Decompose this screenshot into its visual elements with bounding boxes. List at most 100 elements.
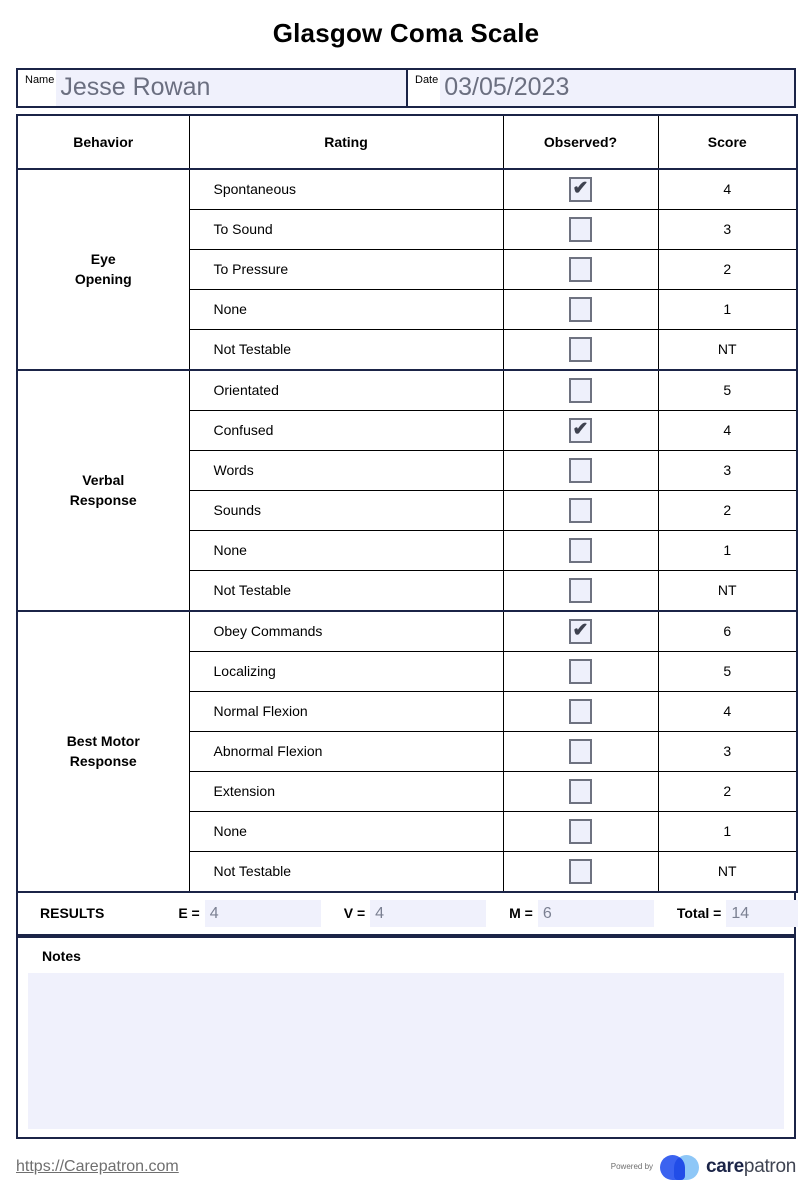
result-motor-input[interactable]: 6 (537, 899, 654, 927)
column-header-behavior: Behavior (16, 114, 190, 170)
result-total-label: Total = (676, 905, 722, 922)
score-value: 4 (657, 167, 798, 210)
rating-label: Sounds (188, 489, 504, 531)
carepatron-brand: Powered by carepatron (611, 1154, 796, 1180)
checkbox-unchecked[interactable]: ✔ (569, 336, 592, 362)
carepatron-url-link[interactable]: https://Carepatron.com (16, 1158, 179, 1176)
table-row: Eye Opening Spontaneous ✔ 4 (16, 167, 798, 371)
table-body: Eye OpeningSpontaneous ✔ 4 To Sound ✔ 3 To Pre… (16, 167, 798, 893)
checkbox-unchecked[interactable]: ✔ (569, 778, 592, 804)
checkbox-unchecked[interactable]: ✔ (569, 377, 592, 403)
carepatron-wordmark: carepatron (706, 1156, 796, 1178)
rating-label: Normal Flexion (188, 690, 504, 732)
checkmark-icon: ✔ (572, 418, 589, 440)
checkbox-unchecked[interactable]: ✔ (569, 658, 592, 684)
rating-label: None (188, 810, 504, 852)
rating-label: None (188, 529, 504, 571)
name-input[interactable]: Jesse Rowan (56, 69, 406, 106)
score-value: 2 (657, 489, 798, 531)
checkbox-unchecked[interactable]: ✔ (569, 296, 592, 322)
name-label: Name (25, 73, 55, 86)
rating-label: Localizing (188, 650, 504, 692)
checkbox-unchecked[interactable]: ✔ (569, 738, 592, 764)
observed-cell: ✔ (502, 409, 659, 451)
wordmark-patron: patron (743, 1155, 796, 1177)
checkbox-unchecked[interactable]: ✔ (569, 858, 592, 884)
result-eye-input[interactable]: 4 (204, 899, 321, 927)
results-title: RESULTS (40, 905, 105, 922)
table-row: Best Motor Response Obey Commands ✔ 6 (16, 609, 798, 893)
checkbox-unchecked[interactable]: ✔ (569, 537, 592, 563)
rating-label: None (188, 288, 504, 330)
observed-cell: ✔ (502, 730, 659, 772)
result-verbal-label: V = (343, 905, 366, 922)
score-value: 3 (657, 208, 798, 250)
observed-cell: ✔ (502, 288, 659, 330)
observed-cell: ✔ (502, 248, 659, 290)
behavior-category-cell: Eye Opening (16, 167, 190, 371)
score-value: NT (657, 569, 798, 612)
date-field-group: Date 03/05/2023 (406, 69, 794, 106)
date-label: Date (415, 73, 439, 86)
rating-label: Confused (188, 409, 504, 451)
observed-cell: ✔ (502, 690, 659, 732)
result-total-input[interactable]: 14 (726, 899, 799, 927)
table-row: Verbal ResponseOrientated ✔ 5 (16, 368, 798, 612)
observed-cell: ✔ (502, 529, 659, 571)
rating-label: Words (188, 449, 504, 491)
notes-section: Notes (16, 935, 796, 1139)
observed-cell: ✔ (502, 449, 659, 491)
column-header-observed: Observed? (502, 114, 659, 170)
checkbox-unchecked[interactable]: ✔ (569, 497, 592, 523)
observed-cell: ✔ (502, 167, 659, 210)
score-value: 2 (657, 248, 798, 290)
score-value: 4 (657, 690, 798, 732)
rating-label: Extension (188, 770, 504, 812)
notes-textarea[interactable] (28, 972, 784, 1129)
notes-label: Notes (42, 947, 81, 964)
date-input[interactable]: 03/05/2023 (440, 69, 794, 106)
patient-identity-row: Name Jesse Rowan Date 03/05/2023 (16, 67, 796, 108)
result-motor-label: M = (509, 905, 533, 922)
score-value: 6 (657, 609, 798, 652)
result-total-group: Total = 14 (676, 899, 799, 927)
behavior-category-cell: Best Motor Response (16, 609, 190, 893)
checkmark-icon: ✔ (572, 619, 589, 641)
checkbox-unchecked[interactable]: ✔ (569, 577, 592, 603)
page-title: Glasgow Coma Scale (272, 18, 540, 48)
powered-by-label: Powered by (610, 1162, 654, 1172)
rating-label: To Sound (188, 208, 504, 250)
result-verbal-input[interactable]: 4 (370, 899, 487, 927)
rating-label: Abnormal Flexion (188, 730, 504, 772)
checkbox-checked[interactable]: ✔ (569, 176, 592, 202)
score-value: 1 (657, 810, 798, 852)
observed-cell: ✔ (502, 569, 659, 612)
observed-cell: ✔ (502, 770, 659, 812)
checkbox-unchecked[interactable]: ✔ (569, 216, 592, 242)
result-verbal-group: V = 4 (343, 899, 487, 927)
score-value: 5 (657, 368, 798, 411)
wordmark-care: care (706, 1155, 744, 1177)
checkbox-unchecked[interactable]: ✔ (569, 256, 592, 282)
result-eye-group: E = 4 (178, 899, 321, 927)
score-value: 1 (657, 288, 798, 330)
observed-cell: ✔ (502, 489, 659, 531)
observed-cell: ✔ (502, 208, 659, 250)
checkmark-icon: ✔ (572, 177, 589, 199)
result-eye-label: E = (178, 905, 200, 922)
rating-label: Not Testable (188, 328, 504, 371)
observed-cell: ✔ (502, 609, 659, 652)
checkbox-checked[interactable]: ✔ (569, 618, 592, 644)
observed-cell: ✔ (502, 850, 659, 893)
gcs-assessment-table: Behavior Rating Observed? Score Eye Open… (16, 113, 798, 893)
checkbox-checked[interactable]: ✔ (569, 417, 592, 443)
checkbox-unchecked[interactable]: ✔ (569, 457, 592, 483)
checkbox-unchecked[interactable]: ✔ (569, 698, 592, 724)
checkbox-unchecked[interactable]: ✔ (569, 818, 592, 844)
score-value: NT (657, 850, 798, 893)
table-header: Behavior Rating Observed? Score (16, 114, 798, 170)
observed-cell: ✔ (502, 650, 659, 692)
score-value: 5 (657, 650, 798, 692)
score-value: 2 (657, 770, 798, 812)
rating-label: Not Testable (188, 850, 504, 893)
